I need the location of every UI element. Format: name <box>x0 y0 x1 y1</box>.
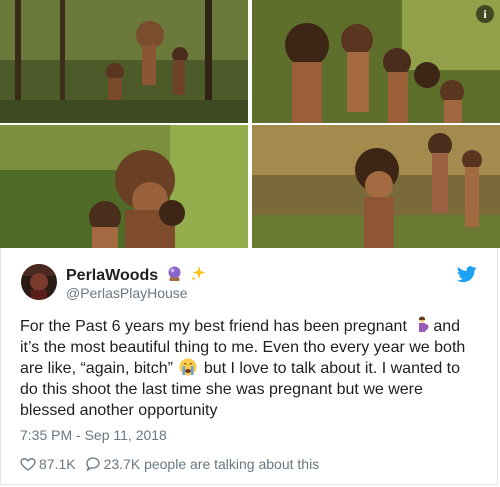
avatar[interactable] <box>21 264 57 300</box>
pregnant-woman-icon <box>413 316 431 334</box>
conversation-link[interactable]: 23.7K people are talking about this <box>85 456 320 472</box>
photo-2[interactable]: i <box>252 0 500 123</box>
photo-4[interactable] <box>252 125 500 248</box>
crystal-ball-icon <box>166 265 183 287</box>
display-name-row[interactable]: PerlaWoods <box>66 265 207 287</box>
crying-face-icon <box>179 358 197 376</box>
heart-icon <box>20 457 36 471</box>
embedded-tweet: i PerlaWoods @PerlasPlayHouse For the Pa… <box>0 0 500 487</box>
photo-1[interactable] <box>0 0 248 123</box>
tweet-text: For the Past 6 years my best friend has … <box>20 316 480 421</box>
handle[interactable]: @PerlasPlayHouse <box>66 285 188 301</box>
media-grid: i <box>0 0 500 248</box>
conversation-text: 23.7K people are talking about this <box>103 456 320 472</box>
twitter-bird-icon[interactable] <box>456 266 477 283</box>
tweet-actions: 87.1K 23.7K people are talking about thi… <box>20 456 328 472</box>
like-count: 87.1K <box>39 456 76 472</box>
like-button[interactable]: 87.1K <box>20 456 76 472</box>
photo-3[interactable] <box>0 125 248 248</box>
speech-bubble-icon <box>85 457 100 472</box>
display-name[interactable]: PerlaWoods <box>66 267 158 284</box>
timestamp[interactable]: 7:35 PM - Sep 11, 2018 <box>20 427 167 443</box>
sparkles-icon <box>190 265 207 287</box>
info-icon[interactable]: i <box>476 5 494 23</box>
tweet-text-part-1: For the Past 6 years my best friend has … <box>20 318 412 335</box>
